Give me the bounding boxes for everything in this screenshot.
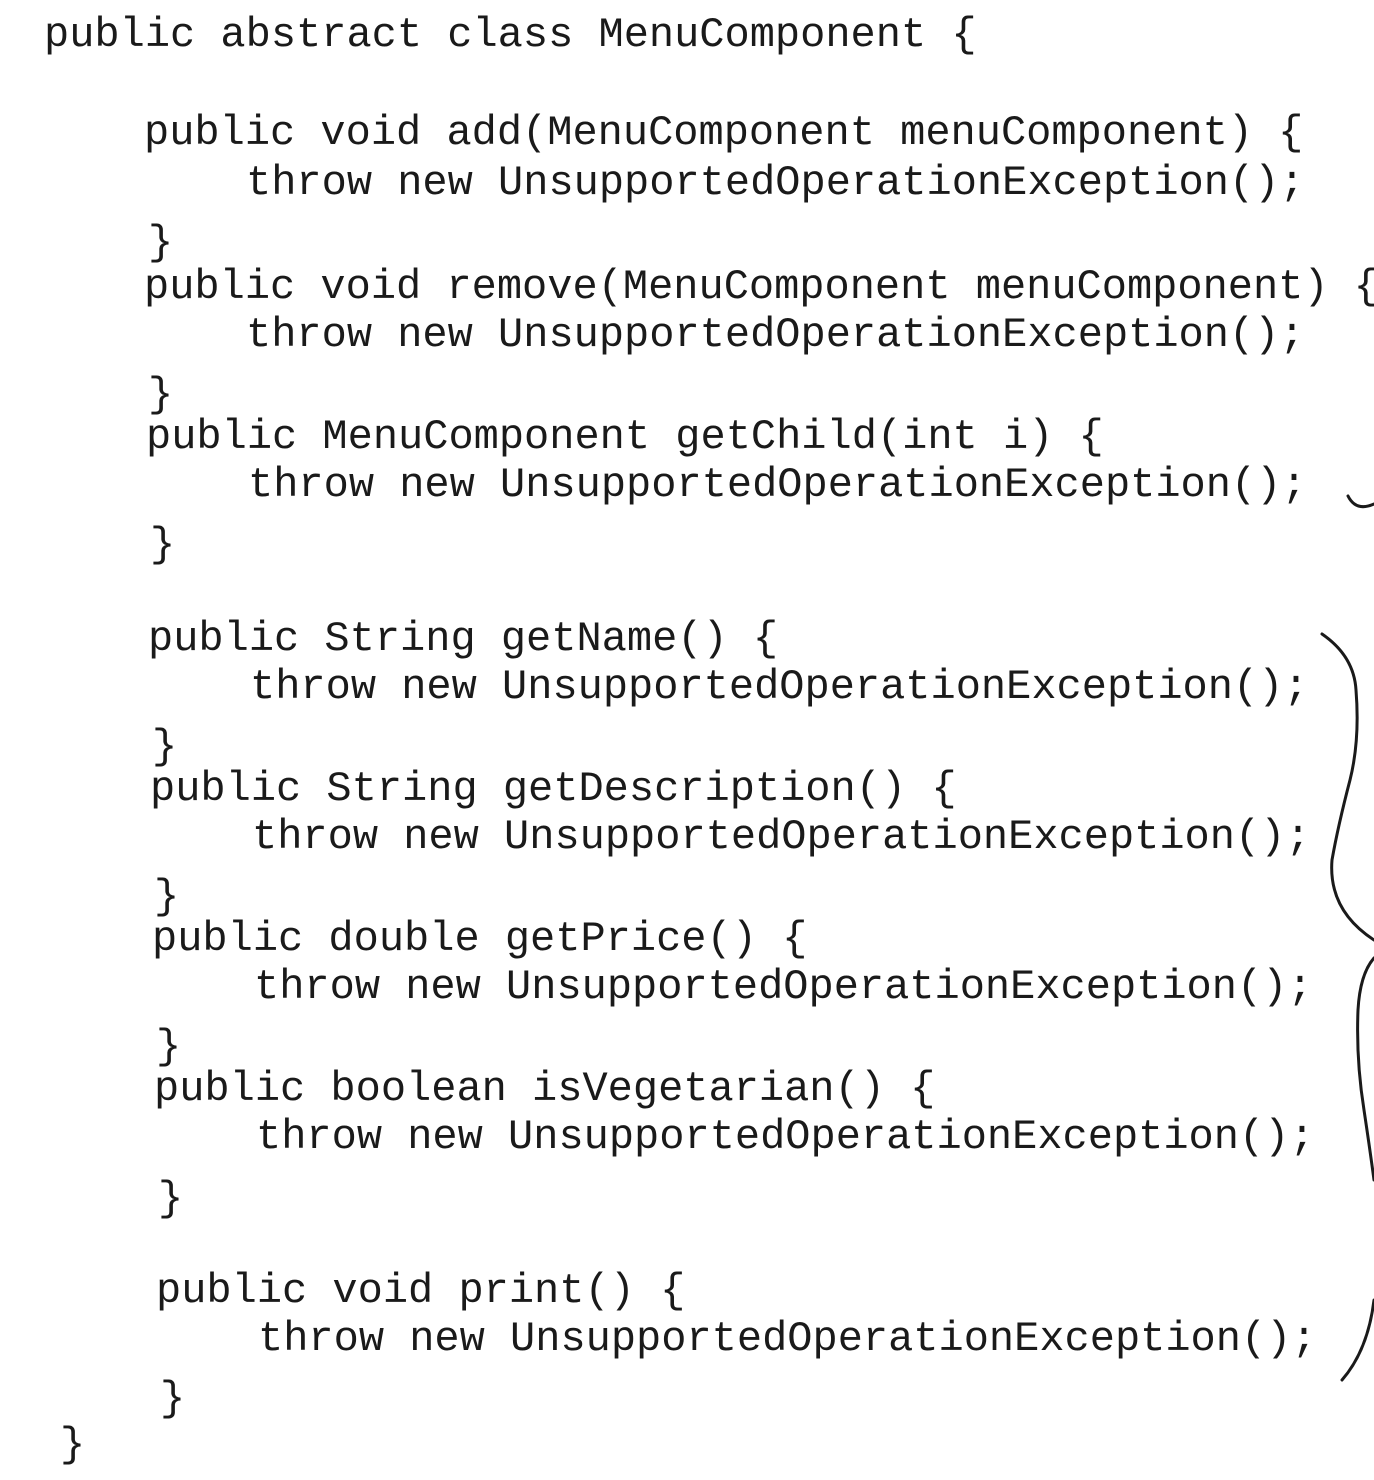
method-getname-body: throw new UnsupportedOperationException(…	[250, 663, 1309, 711]
curly-brace-lower	[1356, 956, 1374, 1182]
method-isvegetarian-body: throw new UnsupportedOperationException(…	[256, 1113, 1315, 1161]
method-getprice-body: throw new UnsupportedOperationException(…	[254, 963, 1313, 1011]
method-getchild-body: throw new UnsupportedOperationException(…	[248, 461, 1307, 509]
method-getdescription-body: throw new UnsupportedOperationException(…	[252, 813, 1311, 861]
method-isvegetarian-close: }	[158, 1175, 184, 1223]
method-getdescription-signature: public String getDescription() {	[150, 765, 957, 813]
annotation-braces	[1320, 494, 1374, 1382]
small-brace-mark	[1346, 494, 1374, 509]
method-print-body: throw new UnsupportedOperationException(…	[258, 1315, 1317, 1363]
method-remove-body: throw new UnsupportedOperationException(…	[246, 311, 1305, 359]
method-isvegetarian-signature: public boolean isVegetarian() {	[154, 1065, 936, 1113]
method-print-close: }	[160, 1375, 186, 1423]
method-print-signature: public void print() {	[156, 1267, 686, 1315]
method-add-signature: public void add(MenuComponent menuCompon…	[144, 109, 1304, 157]
class-declaration: public abstract class MenuComponent {	[44, 11, 977, 59]
method-getname-signature: public String getName() {	[148, 615, 779, 663]
method-getprice-signature: public double getPrice() {	[152, 915, 808, 963]
curly-brace-upper	[1320, 632, 1374, 942]
method-remove-signature: public void remove(MenuComponent menuCom…	[144, 263, 1374, 311]
brace-tail-bottom	[1340, 1298, 1374, 1382]
method-add-body: throw new UnsupportedOperationException(…	[246, 159, 1305, 207]
method-getchild-close: }	[150, 521, 176, 569]
class-close: }	[60, 1421, 86, 1469]
method-add-close: }	[148, 219, 174, 267]
code-listing: public abstract class MenuComponent { pu…	[0, 0, 1374, 1480]
method-getchild-signature: public MenuComponent getChild(int i) {	[146, 413, 1104, 461]
